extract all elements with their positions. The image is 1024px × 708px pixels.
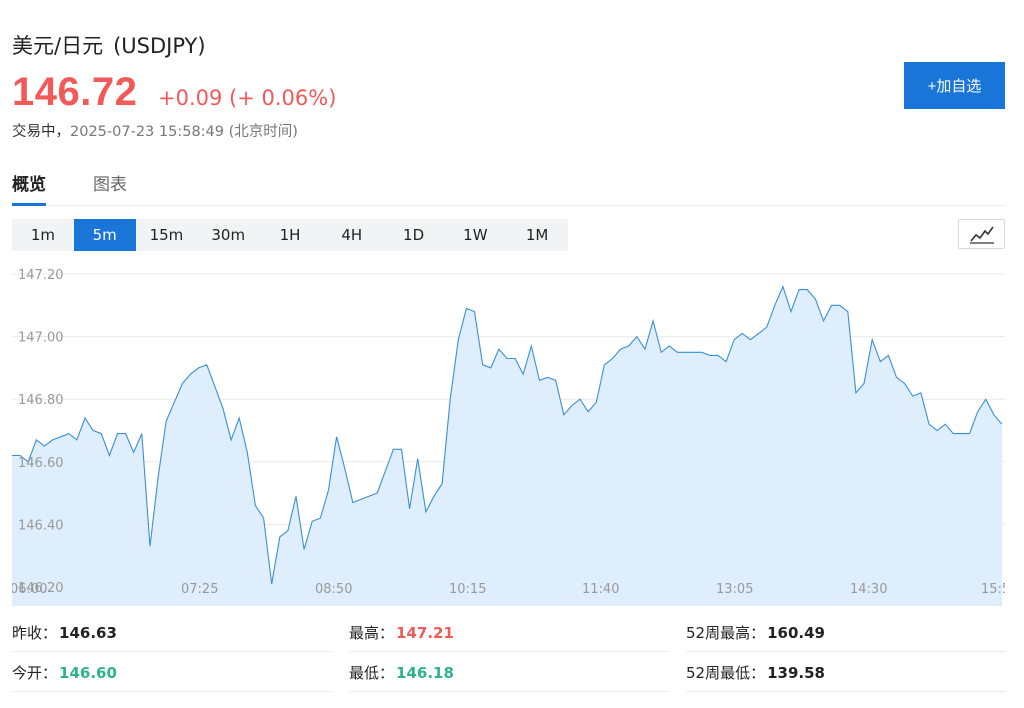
y-tick-label: 147.20: [18, 268, 64, 283]
price-change: +0.09 (+ 0.06%): [158, 86, 337, 110]
price-chart[interactable]: 147.20147.00146.80146.60146.40146.20 06:…: [12, 264, 1005, 606]
stat-label: 52周最高：: [686, 624, 766, 642]
x-tick-label: 15:5: [981, 582, 1005, 597]
x-tick-label: 10:15: [449, 582, 486, 597]
instrument-code: (USDJPY): [113, 34, 206, 58]
page: 美元/日元 (USDJPY) 146.72 +0.09 (+ 0.06%) 交易中…: [0, 0, 1024, 708]
stat-value: 146.18: [396, 663, 454, 682]
current-price: 146.72: [12, 70, 138, 114]
y-tick-label: 146.60: [18, 456, 64, 471]
stat-value: 146.63: [59, 623, 117, 642]
tab-overview[interactable]: 概览: [12, 170, 46, 206]
price-area: [12, 286, 1002, 606]
interval-30m[interactable]: 30m: [197, 219, 259, 251]
stat-low: 最低： 146.18: [349, 654, 669, 692]
stat-label: 最高：: [349, 624, 395, 642]
interval-1w[interactable]: 1W: [444, 219, 506, 251]
stat-52w-low: 52周最低： 139.58: [686, 654, 1006, 692]
stat-prev-close: 昨收： 146.63: [12, 614, 332, 652]
x-tick-label: 11:40: [582, 582, 619, 597]
interval-1d[interactable]: 1D: [383, 219, 445, 251]
stat-label: 昨收：: [12, 624, 58, 642]
interval-1h[interactable]: 1H: [259, 219, 321, 251]
stat-high: 最高： 147.21: [349, 614, 669, 652]
interval-selector: 1m 5m 15m 30m 1H 4H 1D 1W 1M: [12, 219, 568, 251]
interval-5m[interactable]: 5m: [73, 219, 136, 251]
x-tick-label: 13:05: [716, 582, 753, 597]
instrument-name: 美元/日元: [12, 34, 104, 58]
y-tick-label: 146.80: [18, 393, 64, 408]
timestamp: 2025-07-23 15:58:49 (北京时间): [70, 124, 298, 140]
x-tick-label: 14:30: [850, 582, 887, 597]
stat-value: 160.49: [767, 623, 825, 642]
tab-bar: 概览 图表: [12, 170, 1005, 206]
interval-4h[interactable]: 4H: [321, 219, 383, 251]
y-tick-label: 146.40: [18, 518, 64, 533]
interval-1m[interactable]: 1m: [12, 219, 74, 251]
stats-panel: 昨收： 146.63 最高： 147.21 52周最高： 160.49 今开： 146.…: [12, 614, 1006, 694]
stat-value: 139.58: [767, 663, 825, 682]
trading-status: 交易中，2025-07-23 15:58:49 (北京时间): [12, 120, 298, 141]
instrument-title: 美元/日元 (USDJPY): [12, 30, 206, 60]
stat-value: 146.60: [59, 663, 117, 682]
x-tick-label: 06:00: [12, 582, 47, 597]
y-tick-label: 147.00: [18, 331, 64, 346]
interval-1mo[interactable]: 1M: [506, 219, 568, 251]
x-tick-label: 08:50: [315, 582, 352, 597]
stat-open: 今开： 146.60: [12, 654, 332, 692]
stat-label: 52周最低：: [686, 664, 766, 682]
chart-type-button[interactable]: [958, 219, 1005, 249]
add-to-watchlist-button[interactable]: +加自选: [904, 62, 1005, 109]
stat-52w-high: 52周最高： 160.49: [686, 614, 1006, 652]
stat-label: 今开：: [12, 664, 58, 682]
line-chart-icon: [969, 226, 994, 244]
interval-15m[interactable]: 15m: [136, 219, 198, 251]
stat-label: 最低：: [349, 664, 395, 682]
x-tick-label: 07:25: [181, 582, 218, 597]
status-text: 交易中，: [12, 124, 70, 140]
stat-value: 147.21: [396, 623, 454, 642]
tab-chart[interactable]: 图表: [93, 170, 127, 206]
